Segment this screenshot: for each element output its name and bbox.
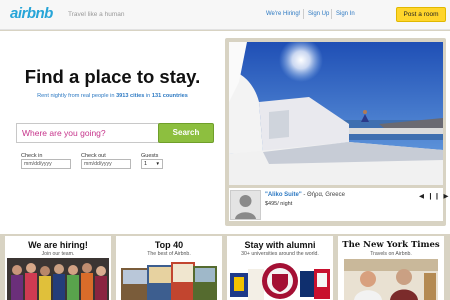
university-logos: [230, 263, 330, 300]
top40-photos: [121, 262, 217, 300]
nyt-photo: [344, 259, 438, 300]
featured-listing-photo[interactable]: [229, 42, 443, 185]
hero-subtitle: Rent nightly from real people in 3913 ci…: [37, 93, 188, 99]
card-title: Stay with alumni: [244, 240, 316, 250]
search-input[interactable]: Where are you going?: [16, 123, 159, 143]
checkout-field[interactable]: mm/dd/yyyy: [81, 159, 131, 169]
nav-signin-link[interactable]: Sign In: [336, 11, 355, 17]
checkin-field[interactable]: mm/dd/yyyy: [21, 159, 71, 169]
card-subtitle: Travels on Airbnb.: [370, 251, 412, 257]
card-top40[interactable]: Top 40 The best of Airbnb.: [116, 236, 222, 300]
slideshow-controls[interactable]: ◀ ❙❙ ▶: [419, 192, 450, 200]
tagline: Travel like a human: [68, 11, 125, 18]
card-subtitle: Join our team.: [41, 251, 75, 257]
card-alumni[interactable]: Stay with alumni 30+ universities around…: [227, 236, 333, 300]
search-button[interactable]: Search: [158, 123, 214, 143]
card-subtitle: The best of Airbnb.: [147, 251, 191, 257]
card-title: We are hiring!: [28, 240, 88, 250]
nav-signup-link[interactable]: Sign Up: [308, 11, 329, 17]
team-photo: [7, 258, 109, 300]
nav-divider: [303, 9, 304, 19]
listing-title[interactable]: "Aliko Suite" - Θήρα, Greece: [265, 192, 345, 198]
top-bar: airbnb Travel like a human We're Hiring!…: [0, 0, 450, 30]
post-room-button[interactable]: Post a room: [396, 7, 446, 22]
nyt-logo: The New York Times: [342, 240, 440, 250]
airbnb-logo[interactable]: airbnb: [10, 5, 53, 22]
host-avatar[interactable]: [230, 190, 261, 220]
card-subtitle: 30+ universities around the world.: [241, 251, 319, 257]
card-title: Top 40: [154, 240, 184, 250]
listing-price: $495/ night: [265, 201, 293, 207]
card-hiring[interactable]: We are hiring! Join our team.: [5, 236, 111, 300]
nav-hiring-link[interactable]: We're Hiring!: [266, 11, 300, 17]
page-title: Find a place to stay.: [24, 66, 201, 87]
guests-select[interactable]: 1 ▼: [141, 159, 163, 169]
card-nyt[interactable]: The New York Times Travels on Airbnb.: [338, 236, 444, 300]
nav-divider: [331, 9, 332, 19]
